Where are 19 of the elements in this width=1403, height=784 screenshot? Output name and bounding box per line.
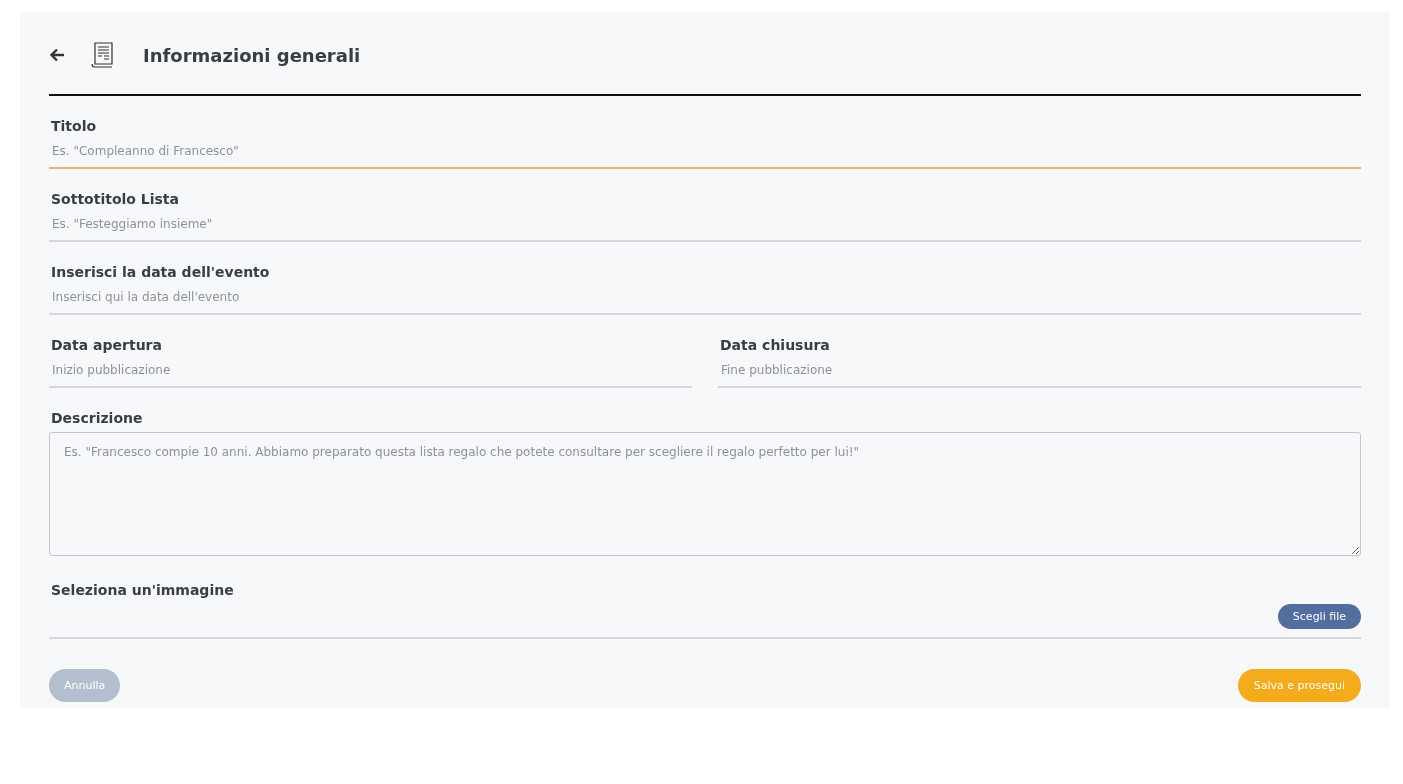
description-field[interactable]: Es. "Francesco compie 10 anni. Abbiamo preparato questa lista regalo che potete consultare per scegliere il regalo perfetto per lui!" (49, 432, 1361, 556)
input-field[interactable]: Fine pubblicazione (718, 359, 1361, 388)
field-label: Seleziona un'immagine (51, 582, 235, 598)
page-title: Informazioni generali (143, 44, 361, 66)
back-button[interactable] (49, 47, 65, 63)
field-label: Data apertura (51, 337, 163, 353)
field-label: Sottotitolo Lista (51, 191, 180, 207)
field-label: Descrizione (51, 410, 144, 426)
field-label: Data chiusura (720, 337, 831, 353)
input-field[interactable]: Es. "Compleanno di Francesco" (49, 140, 1361, 169)
save-button[interactable]: Salva e prosegui (1237, 669, 1361, 702)
input-field[interactable]: Es. "Festeggiamo insieme" (49, 213, 1361, 242)
input-field[interactable]: Inserisci qui la data dell'evento (49, 286, 1361, 315)
choose-file-button[interactable]: Scegli file (1277, 604, 1361, 629)
field-label: Titolo (51, 118, 98, 134)
document-icon (91, 42, 115, 68)
arrow-left-icon (49, 47, 65, 63)
field-label: Inserisci la data dell'evento (51, 264, 271, 280)
input-field[interactable]: Inizio pubblicazione (49, 359, 692, 388)
